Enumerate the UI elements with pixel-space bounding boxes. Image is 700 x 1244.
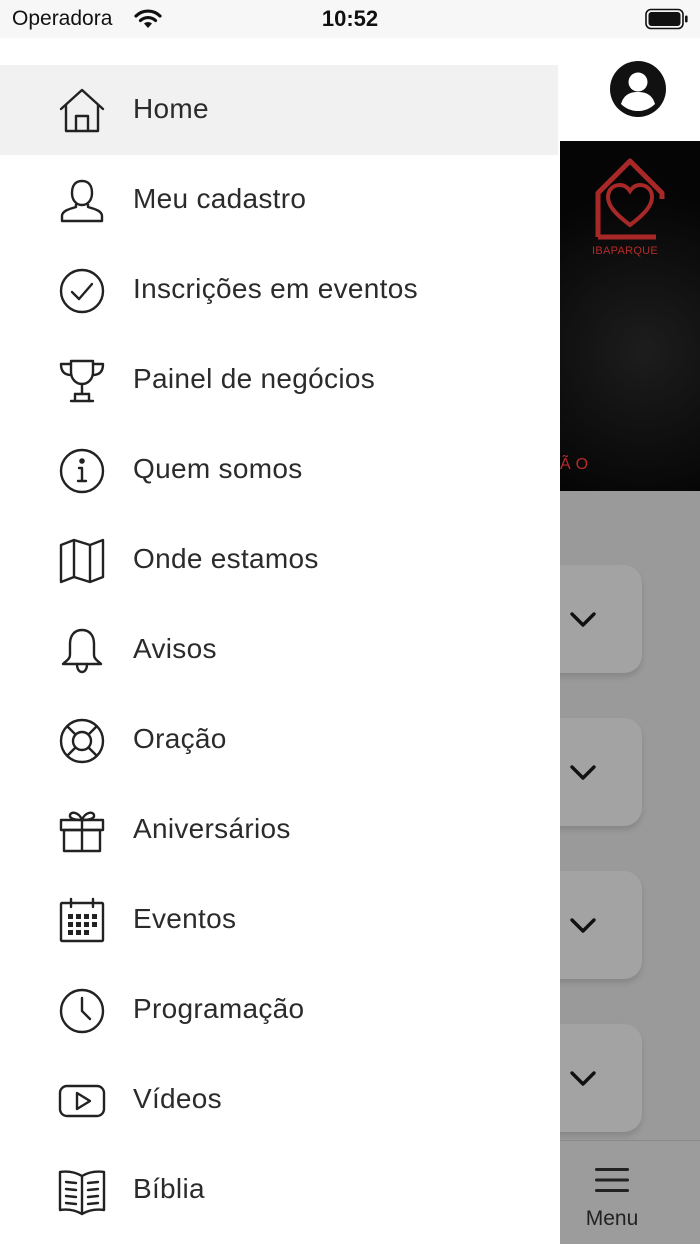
menu-item-videos[interactable]: Vídeos [0,1055,558,1145]
menu-item-quem-somos[interactable]: Quem somos [0,425,558,515]
menu-item-label: Oração [133,723,227,754]
logo-text: IBAPARQUE [592,245,659,257]
menu-item-home[interactable]: Home [0,65,558,155]
menu-item-avisos[interactable]: Avisos [0,605,558,695]
hero-tagline: ÃO [560,456,594,473]
menu-item-meu-cadastro[interactable]: Meu cadastro [0,155,558,245]
map-icon [57,536,107,586]
background-app: IBAPARQUE ÃO Menu [560,38,700,1244]
user-icon [57,176,107,226]
profile-icon[interactable] [609,60,667,118]
menu-item-eventos[interactable]: Eventos [0,875,558,965]
menu-item-label: Meu cadastro [133,183,307,214]
tab-bar: Menu [560,1140,700,1244]
hamburger-icon [595,1167,629,1193]
chevron-down-icon [569,1066,597,1090]
status-bar: Operadora 10:52 [0,0,700,38]
menu-item-inscricoes-eventos[interactable]: Inscrições em eventos [0,245,558,335]
chevron-down-icon [569,913,597,937]
book-icon [57,1166,107,1216]
battery-icon [645,8,689,30]
hero-banner: IBAPARQUE ÃO [560,141,700,491]
menu-item-programacao[interactable]: Programação [0,965,558,1055]
info-icon [57,446,107,496]
bell-icon [57,626,107,676]
navigation-drawer: Home Meu cadastro Inscrições em eventos [0,38,560,1244]
menu-item-label: Programação [133,993,305,1024]
accordion-card[interactable] [560,565,642,673]
menu-item-aniversarios[interactable]: Aniversários [0,785,558,875]
menu-item-biblia[interactable]: Bíblia [0,1145,558,1235]
home-icon [57,86,107,136]
trophy-icon [57,356,107,406]
menu-item-label: Aniversários [133,813,291,844]
menu-item-oracao[interactable]: Oração [0,695,558,785]
status-time: 10:52 [321,6,379,31]
menu-item-label: Avisos [133,633,217,664]
menu-item-label: Bíblia [133,1173,205,1204]
menu-item-onde-estamos[interactable]: Onde estamos [0,515,558,605]
chevron-down-icon [569,607,597,631]
menu-item-label: Quem somos [133,453,303,484]
menu-item-painel-negocios[interactable]: Painel de negócios [0,335,558,425]
menu-item-label: Inscrições em eventos [133,273,418,304]
menu-item-label: Eventos [133,903,237,934]
app-header [560,38,700,141]
accordion-card[interactable] [560,871,642,979]
menu-item-label: Onde estamos [133,543,319,574]
tab-menu-label: Menu [585,1207,639,1230]
lifebuoy-icon [57,716,107,766]
accordion-card[interactable] [560,1024,642,1132]
clock-icon [57,986,107,1036]
accordion-card[interactable] [560,718,642,826]
video-icon [57,1076,107,1126]
menu-item-label: Painel de negócios [133,363,376,394]
check-circle-icon [57,266,107,316]
menu-item-label: Vídeos [133,1083,222,1114]
church-logo [590,155,668,245]
menu-item-label: Home [133,93,209,124]
calendar-icon [57,896,107,946]
gift-icon [57,806,107,856]
chevron-down-icon [569,760,597,784]
